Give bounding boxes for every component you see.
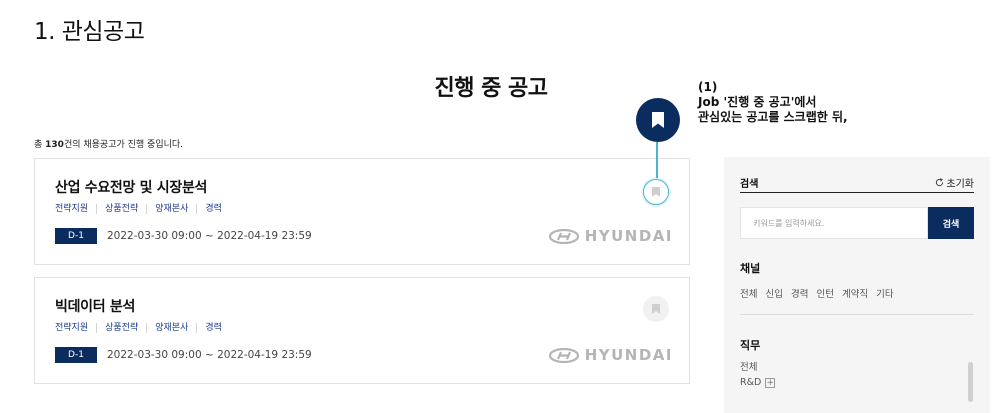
- scrollbar[interactable]: [968, 362, 973, 402]
- posting-tag: 상품전략: [96, 323, 146, 333]
- annotation-line: Job '진행 중 공고'에서: [698, 95, 817, 109]
- document-heading: 1. 관심공고: [34, 19, 145, 45]
- job-option[interactable]: 전체: [740, 359, 757, 373]
- channel-options: 전체 신입 경력 인턴 계약직 기타: [740, 286, 902, 300]
- filter-panel: 검색 초기화 키워드를 입력하세요. 검색 채널 전체 신입 경력 인턴 계약직…: [724, 157, 990, 413]
- posting-tag: 경력: [196, 323, 230, 333]
- hyundai-emblem-icon: [548, 228, 579, 244]
- channel-option[interactable]: 경력: [791, 286, 808, 300]
- posting-count: 130: [45, 140, 64, 150]
- bookmark-icon: [652, 187, 660, 197]
- job-posting-card[interactable]: 빅데이터 분석 전략지원 상품전략 양재본사 경력 D-1 2022-03-30…: [34, 277, 690, 384]
- divider: [740, 314, 974, 315]
- channel-option[interactable]: 전체: [740, 286, 757, 300]
- bookmark-icon: [652, 304, 660, 314]
- company-logo-text: HYUNDAI: [584, 227, 673, 245]
- hyundai-emblem-icon: [548, 347, 579, 363]
- refresh-icon: [936, 178, 944, 187]
- reset-button[interactable]: 초기화: [935, 175, 974, 190]
- job-section-title: 직무: [740, 339, 761, 352]
- callout-marker: [636, 98, 680, 142]
- posting-tag: 전략지원: [55, 204, 89, 214]
- channel-option[interactable]: 계약직: [842, 286, 868, 300]
- job-option[interactable]: R&D +: [740, 377, 776, 388]
- bookmark-button[interactable]: [643, 296, 669, 322]
- posting-tags: 전략지원 상품전략 양재본사 경력: [55, 323, 230, 333]
- callout-connector: [656, 142, 658, 178]
- bookmark-icon: [652, 112, 664, 128]
- annotation-text: (1) Job '진행 중 공고'에서 관심있는 공고를 스크랩한 뒤,: [698, 80, 848, 125]
- company-logo: HYUNDAI: [548, 227, 673, 245]
- reset-label: 초기화: [946, 179, 974, 190]
- posting-title[interactable]: 산업 수요전망 및 시장분석: [55, 177, 207, 197]
- posting-tag: 전략지원: [55, 323, 89, 333]
- expand-plus-icon[interactable]: +: [765, 377, 776, 388]
- dday-badge: D-1: [55, 228, 97, 244]
- filter-search-header: 검색 초기화: [740, 175, 974, 193]
- posting-title[interactable]: 빅데이터 분석: [55, 296, 135, 316]
- dday-badge: D-1: [55, 347, 97, 363]
- channel-option[interactable]: 기타: [876, 286, 893, 300]
- posting-period: 2022-03-30 09:00 ~ 2022-04-19 23:59: [107, 230, 312, 242]
- posting-tags: 전략지원 상품전략 양재본사 경력: [55, 204, 230, 214]
- search-section-label: 검색: [740, 179, 759, 190]
- company-logo-text: HYUNDAI: [584, 346, 673, 364]
- annotation-line: 관심있는 공고를 스크랩한 뒤,: [698, 110, 848, 124]
- job-posting-card[interactable]: 산업 수요전망 및 시장분석 전략지원 상품전략 양재본사 경력 D-1 202…: [34, 158, 690, 265]
- posting-tag: 양재본사: [146, 323, 196, 333]
- posting-tag: 상품전략: [96, 204, 146, 214]
- posting-period: 2022-03-30 09:00 ~ 2022-04-19 23:59: [107, 349, 312, 361]
- posting-meta: D-1 2022-03-30 09:00 ~ 2022-04-19 23:59: [55, 228, 312, 244]
- posting-count-summary: 총 130건의 채용공고가 진행 중입니다.: [34, 140, 184, 150]
- annotation-step: (1): [698, 80, 718, 94]
- search-button[interactable]: 검색: [928, 207, 974, 239]
- company-logo: HYUNDAI: [548, 346, 673, 364]
- search-input[interactable]: 키워드를 입력하세요.: [740, 207, 928, 239]
- posting-tag: 양재본사: [146, 204, 196, 214]
- posting-meta: D-1 2022-03-30 09:00 ~ 2022-04-19 23:59: [55, 347, 312, 363]
- channel-section-title: 채널: [740, 262, 761, 275]
- channel-option[interactable]: 신입: [765, 286, 782, 300]
- posting-tag: 경력: [196, 204, 230, 214]
- channel-option[interactable]: 인턴: [816, 286, 833, 300]
- page-title: 진행 중 공고: [434, 76, 548, 101]
- bookmark-button[interactable]: [643, 179, 669, 205]
